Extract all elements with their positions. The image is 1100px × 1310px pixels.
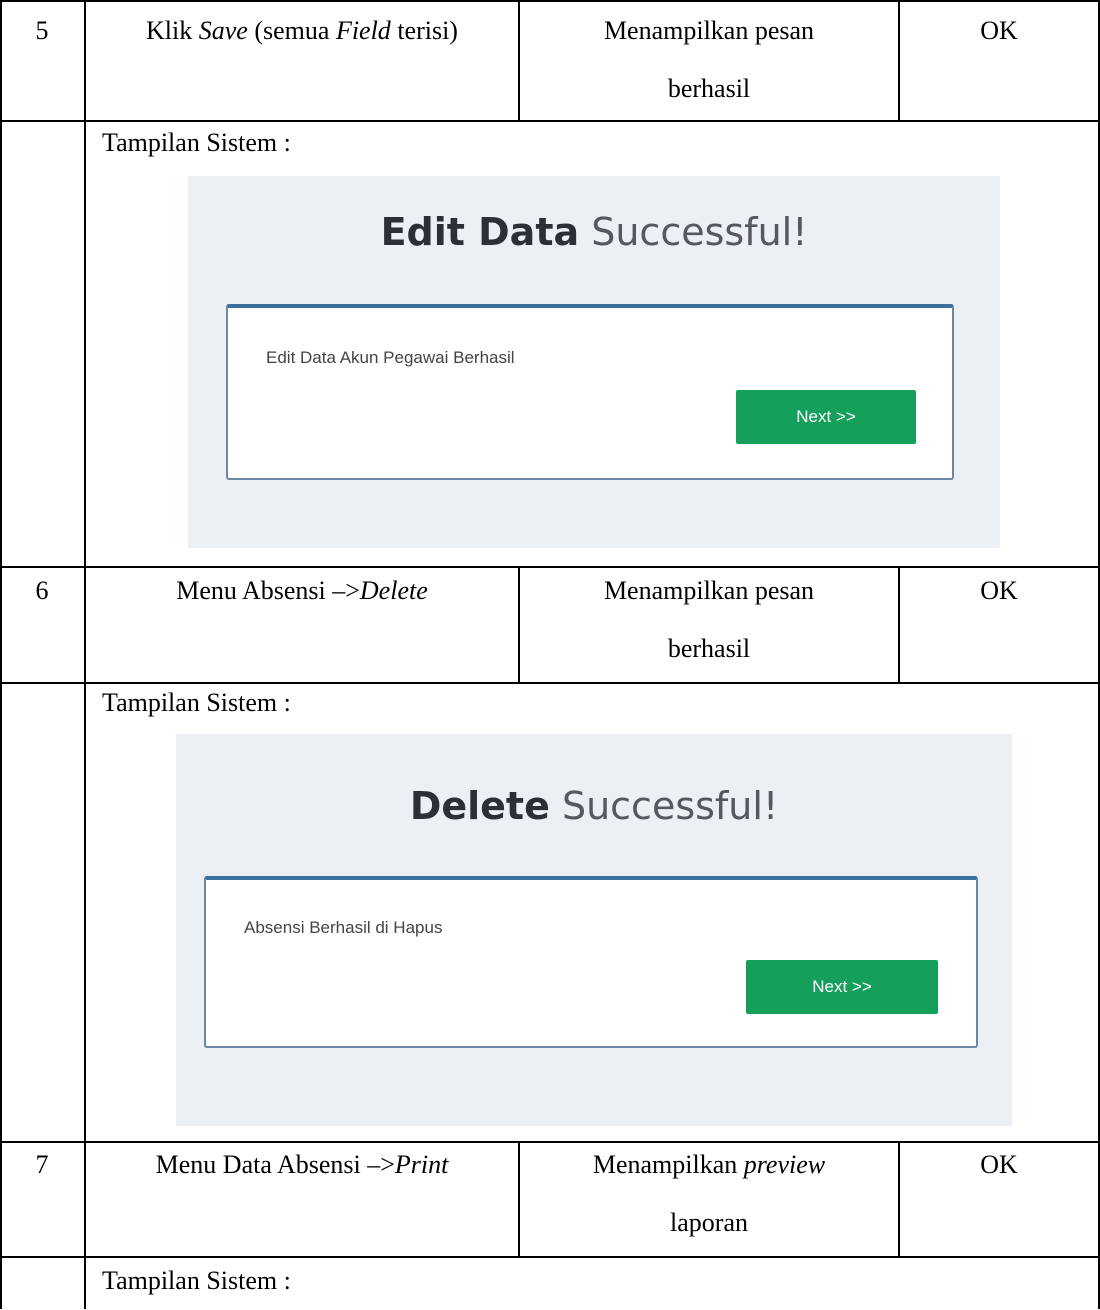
expected-result-line1: Menampilkan preview bbox=[592, 1150, 826, 1179]
test-result: OK bbox=[980, 16, 1018, 45]
expected-result-line2: berhasil bbox=[667, 634, 751, 663]
row-number: 7 bbox=[35, 1150, 49, 1179]
test-result: OK bbox=[980, 576, 1018, 605]
display-label: Tampilan Sistem : bbox=[102, 688, 291, 717]
expected-result-line1: Menampilkan pesan bbox=[603, 16, 815, 45]
delete-success-screenshot: Delete Successful! Absensi Berhasil di H… bbox=[176, 734, 1012, 1126]
test-step: Klik Save (semua Field terisi) bbox=[146, 16, 458, 45]
test-result: OK bbox=[980, 1150, 1018, 1179]
test-case-table: 5 Klik Save (semua Field terisi) Menampi… bbox=[0, 0, 1100, 1309]
success-title: Delete Successful! bbox=[409, 784, 779, 828]
row-number: 6 bbox=[35, 576, 49, 605]
success-panel: Absensi Berhasil di Hapus Next >> bbox=[204, 876, 978, 1048]
display-label: Tampilan Sistem : bbox=[102, 128, 291, 157]
edit-success-screenshot: Edit Data Successful! Edit Data Akun Peg… bbox=[188, 176, 1000, 548]
test-step: Menu Absensi –>Delete bbox=[176, 576, 428, 605]
expected-result-line2: laporan bbox=[670, 1208, 748, 1237]
next-button[interactable]: Next >> bbox=[736, 390, 916, 444]
next-button[interactable]: Next >> bbox=[746, 960, 938, 1014]
table-border-left bbox=[0, 0, 2, 1309]
display-label: Tampilan Sistem : bbox=[102, 1266, 291, 1295]
row-number: 5 bbox=[35, 16, 49, 45]
success-message: Edit Data Akun Pegawai Berhasil bbox=[266, 348, 515, 367]
expected-result-line2: berhasil bbox=[667, 74, 751, 103]
success-message: Absensi Berhasil di Hapus bbox=[244, 918, 443, 937]
test-step: Menu Data Absensi –>Print bbox=[155, 1150, 449, 1179]
success-panel: Edit Data Akun Pegawai Berhasil Next >> bbox=[226, 304, 954, 480]
table-border-right bbox=[1098, 0, 1100, 1309]
success-title: Edit Data Successful! bbox=[380, 210, 808, 254]
expected-result-line1: Menampilkan pesan bbox=[603, 576, 815, 605]
column-divider bbox=[84, 0, 86, 1309]
